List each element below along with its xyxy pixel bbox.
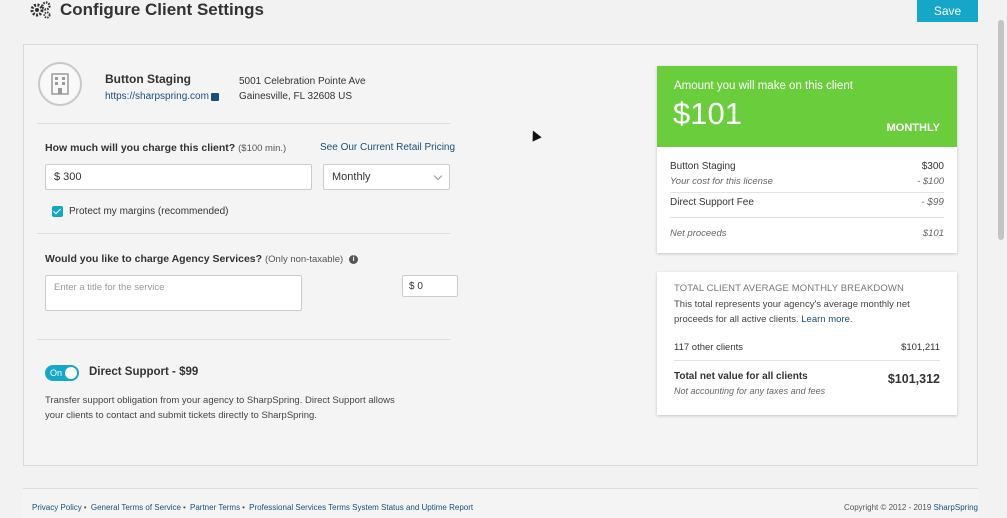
chevron-down-icon [433,171,443,180]
copyright: Copyright © 2012 - 2019 SharpSpring [844,503,978,512]
page-title-text: Configure Client Settings [60,0,264,19]
divider [670,217,944,218]
divider [37,233,450,234]
page-header: Configure Client Settings Save [0,0,1007,24]
client-url-text: https://sharpspring.com [105,91,209,102]
partner-terms-link[interactable]: Partner Terms [190,503,240,512]
charge-question: How much will you charge this client? [45,142,236,154]
toggle-label: On [50,368,63,378]
summary-row: Net proceeds $101 [670,228,944,239]
protect-margins-option[interactable]: Protect my margins (recommended) [52,206,229,217]
breakdown-title: TOTAL CLIENT AVERAGE MONTHLY BREAKDOWN [674,283,904,294]
frequency-value: Monthly [332,171,371,183]
earnings-title: Amount you will make on this client [674,80,853,92]
total-net-label: Total net value for all clients [674,371,808,382]
info-icon[interactable]: i [349,254,359,264]
monthly-breakdown-panel: TOTAL CLIENT AVERAGE MONTHLY BREAKDOWN T… [657,272,957,415]
total-net-note: Not accounting for any taxes and fees [674,386,826,396]
divider [37,123,450,124]
client-name: Button Staging [105,72,191,86]
agency-question: Would you like to charge Agency Services… [45,253,263,265]
earnings-amount: $101 [673,96,742,131]
privacy-policy-link[interactable]: Privacy Policy [32,503,82,512]
footer-links: Privacy Policy • General Terms of Service… [32,503,474,512]
protect-margins-checkbox[interactable] [52,206,63,217]
summary-row-label: Your cost for this license [670,176,773,187]
summary-row-label: Direct Support Fee [670,197,754,208]
gears-icon [30,1,51,19]
other-clients-row: 117 other clients $101,211 [674,342,940,353]
agency-services-label: Would you like to charge Agency Services… [45,253,359,265]
learn-more-link[interactable]: Learn more. [801,314,852,325]
scrollbar[interactable] [998,20,1004,240]
protect-margins-label: Protect my margins (recommended) [69,206,229,217]
breakdown-description: This total represents your agency's aver… [674,297,944,327]
retail-pricing-link[interactable]: See Our Current Retail Pricing [320,142,455,153]
external-link-icon [210,92,219,101]
direct-support-description: Transfer support obligation from your ag… [45,395,395,421]
summary-row-value: - $100 [917,176,944,187]
service-price-input[interactable]: $ 0 [402,275,458,297]
summary-row: Direct Support Fee - $99 [670,197,944,208]
other-clients-label: 117 other clients [674,342,744,353]
footer: Privacy Policy • General Terms of Service… [23,488,978,518]
charge-label: How much will you charge this client? ($… [45,142,286,154]
address-line-2: Gainesville, FL 32608 US [239,91,353,102]
agency-note: (Only non-taxable) [265,254,344,265]
summary-row-label: Button Staging [670,161,736,172]
summary-row-value: - $99 [921,197,944,208]
client-address: 5001 Celebration Pointe Ave Gainesville,… [239,74,366,104]
terms-of-service-link[interactable]: General Terms of Service [91,503,181,512]
client-url-link[interactable]: https://sharpspring.com [105,91,219,102]
summary-row: Your cost for this license - $100 [670,176,944,187]
earnings-header: Amount you will make on this client $101… [657,66,957,147]
save-button[interactable]: Save [917,0,978,22]
divider [674,360,940,361]
address-line-1: 5001 Celebration Pointe Ave [239,76,366,87]
divider [670,192,944,193]
total-net-value: $101,312 [887,372,940,386]
client-settings-card: Button Staging https://sharpspring.com 5… [23,44,978,466]
earnings-summary-panel: Amount you will make on this client $101… [657,66,957,253]
professional-services-terms-link[interactable]: Professional Services Terms [249,503,350,512]
breakdown-desc-text: This total represents your agency's aver… [674,299,910,325]
summary-row-value: $300 [921,161,944,172]
copyright-text: Copyright © 2012 - 2019 [844,503,932,512]
brand-link[interactable]: SharpSpring [934,503,978,512]
divider [37,339,450,340]
service-title-input[interactable]: Enter a title for the service [45,275,302,311]
frequency-select[interactable]: Monthly [323,164,450,190]
charge-min-note: ($100 min.) [238,143,287,154]
direct-support-title: Direct Support - $99 [89,366,199,378]
earnings-period: MONTHLY [886,122,940,134]
summary-row-label: Net proceeds [670,228,727,239]
charge-amount-input[interactable]: $ 300 [45,164,312,190]
page-title: Configure Client Settings [30,0,264,20]
summary-row: Button Staging $300 [670,161,944,172]
summary-row-value: $101 [922,228,944,239]
system-status-link[interactable]: System Status and Uptime Report [352,503,473,512]
direct-support-toggle[interactable]: On [45,365,79,381]
building-icon [38,62,82,106]
other-clients-value: $101,211 [901,342,940,353]
